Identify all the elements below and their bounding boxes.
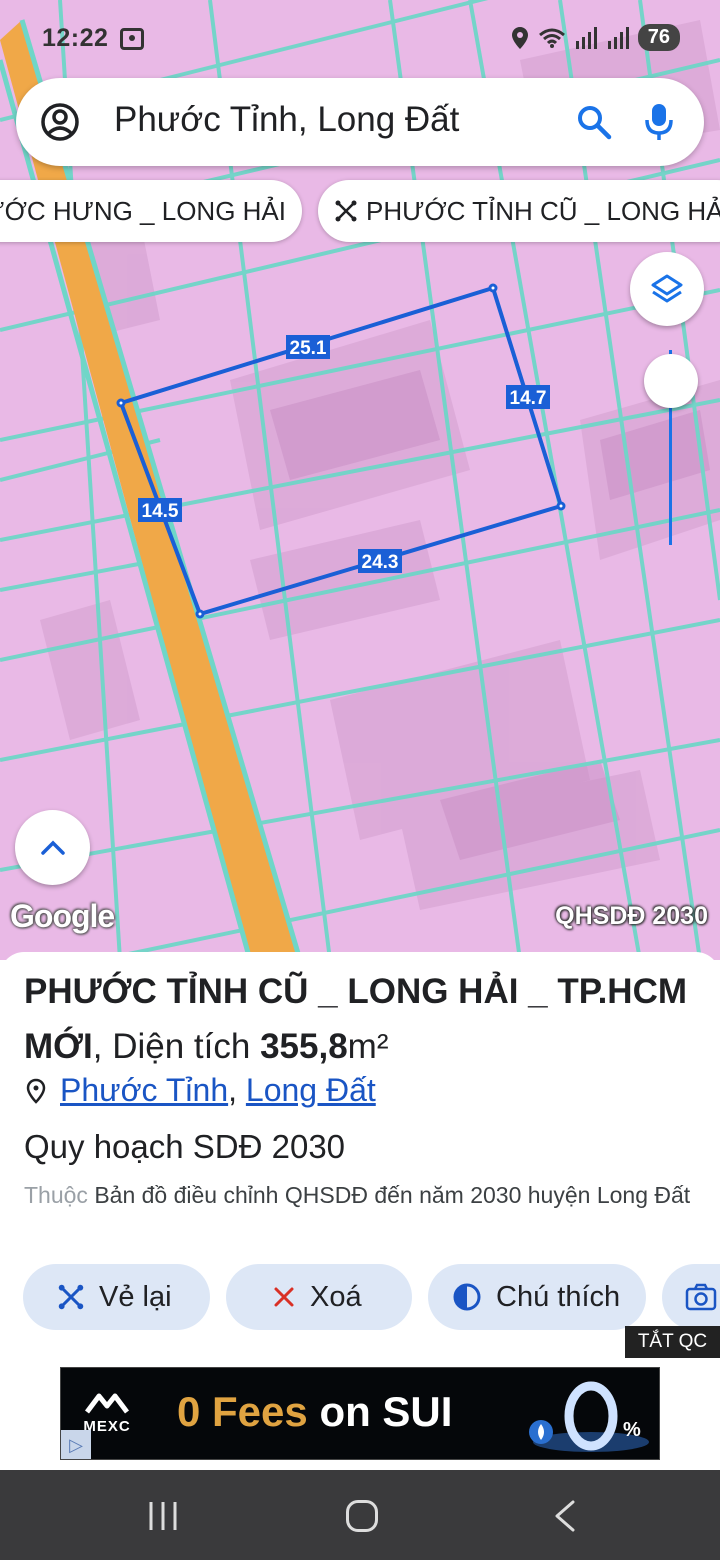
search-input[interactable]: Phước Tỉnh, Long Đất	[114, 100, 459, 140]
chip-label: PHƯỚC TỈNH CŨ _ LONG HẢ	[366, 195, 720, 226]
draw-polygon-icon	[335, 200, 357, 222]
area-unit: m²	[347, 1027, 389, 1066]
chip-phuoc-hung[interactable]: ƯỚC HƯNG _ LONG HẢI	[0, 180, 302, 242]
delete-button[interactable]: Xoá	[226, 1264, 412, 1330]
area-value: 355,8	[260, 1027, 348, 1066]
location-icon	[511, 26, 528, 49]
parcel-vertex[interactable]	[556, 501, 566, 511]
plan-title: Quy hoạch SDĐ 2030	[24, 1128, 346, 1165]
ads-off-button[interactable]: TẮT QC	[625, 1326, 720, 1358]
location-link-phuoc-tinh[interactable]: Phước Tỉnh	[60, 1072, 228, 1109]
legend-label: Chú thích	[496, 1280, 621, 1313]
svg-text:14.5: 14.5	[142, 501, 179, 522]
layers-icon	[651, 274, 683, 303]
search-bar[interactable]: Phước Tỉnh, Long Đất	[16, 78, 704, 166]
wifi-icon	[538, 28, 565, 48]
battery-indicator: 76	[637, 24, 680, 51]
area-label: Diện tích	[112, 1027, 251, 1066]
recents-icon[interactable]	[148, 1500, 178, 1532]
status-bar: 12:22 76	[0, 0, 720, 78]
measure-label-bottom: 24.3	[358, 549, 402, 573]
parcel-title: PHƯỚC TỈNH CŨ _ LONG HẢI _ TP.HCM MỚI, D…	[24, 964, 704, 1074]
ad-choices-icon[interactable]: ▷	[61, 1430, 91, 1459]
close-icon	[274, 1287, 294, 1307]
ad-headline-accent: 0 Fees	[177, 1388, 308, 1435]
home-icon[interactable]	[346, 1500, 378, 1532]
title-separator: ,	[92, 1027, 103, 1066]
plan-desc-text: Bản đồ điều chỉnh QHSDĐ đến năm 2030 huy…	[94, 1182, 691, 1208]
layers-button[interactable]	[630, 252, 704, 326]
mexc-logo-icon	[85, 1393, 129, 1414]
opacity-slider-thumb[interactable]	[644, 354, 698, 409]
screen-record-icon	[120, 28, 144, 50]
location-pin-icon	[26, 1078, 46, 1104]
system-nav-bar	[0, 1470, 720, 1560]
measure-label-left: 14.5	[138, 498, 182, 522]
ad-brand-logo: MEXC	[83, 1392, 131, 1435]
camera-icon	[685, 1283, 717, 1311]
svg-text:25.1: 25.1	[290, 338, 327, 359]
parcel-vertex[interactable]	[488, 283, 498, 293]
mic-icon[interactable]	[644, 102, 674, 142]
measure-label-top: 25.1	[286, 335, 330, 359]
location-row: Phước Tỉnh, Long Đất	[24, 1072, 376, 1109]
location-separator: ,	[228, 1072, 237, 1108]
signal-icon	[575, 26, 597, 49]
redraw-button[interactable]: Vẻ lại	[23, 1264, 210, 1330]
status-time: 12:22	[42, 24, 109, 52]
svg-text:14.7: 14.7	[510, 388, 547, 409]
draw-polygon-icon	[58, 1284, 84, 1310]
signal-icon	[607, 26, 629, 49]
camera-button[interactable]	[662, 1264, 720, 1330]
back-icon[interactable]	[553, 1500, 577, 1532]
chip-label: ƯỚC HƯNG _ LONG HẢI	[0, 195, 286, 226]
expand-up-button[interactable]	[15, 810, 90, 885]
parcel-vertex[interactable]	[195, 609, 205, 619]
account-icon[interactable]	[40, 102, 80, 142]
plan-desc-prefix: Thuộc	[24, 1182, 88, 1208]
plan-description: Thuộc Bản đồ điều chỉnh QHSDĐ đến năm 20…	[24, 1178, 704, 1212]
status-icons: 76	[510, 24, 680, 51]
parcel-vertex[interactable]	[116, 398, 126, 408]
map-view[interactable]: 25.1 14.7 14.5 24.3 12:22 76 Phước Tỉnh,…	[0, 0, 720, 960]
chevron-up-icon	[40, 840, 65, 855]
contrast-icon	[453, 1283, 481, 1311]
ad-headline-rest: on SUI	[319, 1388, 453, 1435]
svg-text:%: %	[623, 1419, 641, 1441]
measure-label-right: 14.7	[506, 385, 550, 409]
chip-phuoc-tinh[interactable]: PHƯỚC TỈNH CŨ _ LONG HẢ	[318, 180, 720, 242]
legend-button[interactable]: Chú thích	[428, 1264, 646, 1330]
map-layer-label: QHSDĐ 2030	[555, 902, 708, 930]
ad-graphic: %	[529, 1381, 649, 1452]
search-icon[interactable]	[576, 104, 612, 140]
ad-headline: 0 Fees on SUI	[177, 1388, 452, 1436]
svg-text:24.3: 24.3	[362, 552, 399, 573]
delete-label: Xoá	[310, 1280, 362, 1313]
google-logo: Google	[10, 898, 115, 934]
location-link-long-dat[interactable]: Long Đất	[246, 1072, 376, 1109]
redraw-label: Vẻ lại	[99, 1280, 172, 1313]
ad-banner[interactable]: MEXC 0 Fees on SUI % ▷	[60, 1367, 660, 1460]
